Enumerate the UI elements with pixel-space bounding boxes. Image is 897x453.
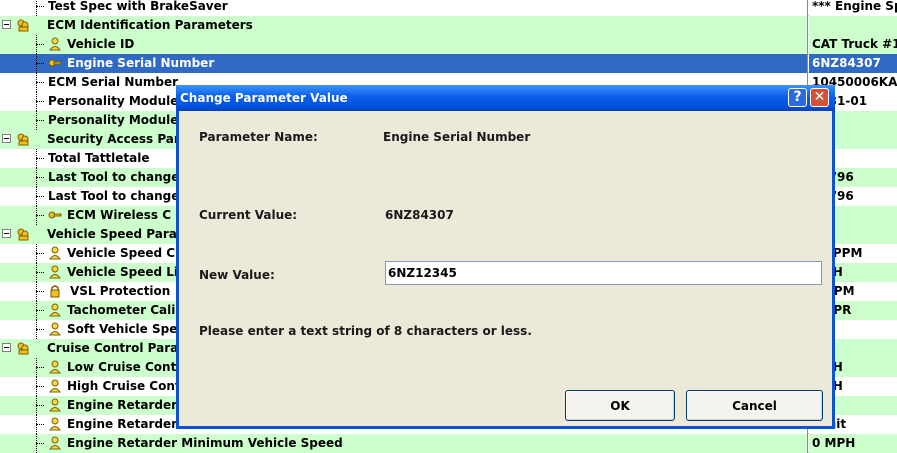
collapse-icon[interactable]: [2, 229, 11, 238]
tree-row[interactable]: Test Spec with BrakeSaver *** Engine Sp: [0, 0, 897, 16]
tree-row-label: Personality Module: [48, 113, 179, 127]
person-icon: [48, 360, 62, 374]
tree-row-label: ECM Wireless C: [67, 208, 172, 222]
tree-line: [36, 101, 44, 103]
tree-line: [36, 405, 44, 407]
tree-row-value[interactable]: CAT Truck #1: [809, 35, 897, 54]
tree-row-label: Engine Retarder: [67, 398, 178, 412]
tree-row-label: Vehicle Speed C: [67, 246, 176, 260]
tree-row-label: Last Tool to change: [48, 189, 180, 203]
current-value-label: Current Value:: [199, 208, 298, 222]
hint-text: Please enter a text string of 8 characte…: [199, 324, 532, 338]
tree-row-label: Personality Module: [48, 94, 179, 108]
tree-line: [36, 44, 44, 46]
person-icon: [48, 322, 62, 336]
tree-line: [36, 291, 44, 293]
tree-row[interactable]: ECM Identification Parameters: [0, 16, 897, 35]
tree-line: [36, 0, 38, 16]
tree-line: [36, 6, 44, 8]
tree-line: [36, 215, 44, 217]
current-value: 6NZ84307: [385, 208, 454, 222]
tree-line: [36, 120, 44, 122]
tree-line: [36, 272, 44, 274]
tree-row-label: Engine Retarder Minimum Vehicle Speed: [67, 436, 343, 450]
person-icon: [48, 398, 62, 412]
close-button[interactable]: ✕: [810, 88, 829, 107]
tree-row[interactable]: Vehicle ID CAT Truck #1: [0, 35, 897, 54]
tree-row-name-cell[interactable]: Engine Serial Number: [0, 54, 808, 73]
help-button[interactable]: ?: [788, 88, 807, 107]
dialog-title: Change Parameter Value: [180, 91, 348, 105]
tree-row-name-cell[interactable]: Vehicle ID: [0, 35, 808, 54]
parameter-name-label: Parameter Name:: [199, 130, 318, 144]
tree-row-label: Security Access Par: [47, 132, 180, 146]
tree-line: [36, 386, 44, 388]
tree-row[interactable]: Engine Retarder Minimum Vehicle Speed 0 M…: [0, 434, 897, 453]
dialog-titlebar[interactable]: Change Parameter Value ? ✕: [176, 85, 835, 111]
tree-row-label: Low Cruise Cont: [67, 360, 177, 374]
person-icon: [48, 436, 62, 450]
tree-row-label: Cruise Control Para: [47, 341, 179, 355]
tree-row-value[interactable]: 6NZ84307: [809, 54, 897, 73]
tree-row-label: ECM Serial Number: [48, 75, 179, 89]
help-icon: ?: [793, 89, 802, 105]
tree-row-label: High Cruise Cont: [67, 379, 181, 393]
parameter-name-value: Engine Serial Number: [383, 130, 531, 144]
tree-line: [36, 196, 44, 198]
tree-row-label: Vehicle Speed Para: [47, 227, 177, 241]
tree-line: [36, 253, 44, 255]
tree-line: [36, 63, 44, 65]
tree-row-value[interactable]: [809, 16, 897, 35]
person-icon: [48, 379, 62, 393]
tree-row-value[interactable]: 0 MPH: [809, 434, 897, 453]
tree-line: [36, 367, 44, 369]
tree-row-value[interactable]: *** Engine Sp: [809, 0, 897, 16]
tree-row-name-cell[interactable]: ECM Identification Parameters: [0, 16, 808, 35]
collapse-icon[interactable]: [2, 20, 11, 29]
person-icon: [48, 246, 62, 260]
tree-row-label: Test Spec with BrakeSaver: [48, 0, 228, 13]
tree-row-name-cell[interactable]: Test Spec with BrakeSaver: [0, 0, 808, 16]
group-icon: [16, 18, 30, 32]
tree-row-label: ECM Identification Parameters: [47, 18, 253, 32]
tree-row-label: Soft Vehicle Spe: [67, 322, 178, 336]
person-icon: [48, 303, 62, 317]
tree-line: [36, 310, 44, 312]
tree-row-label: Tachometer Cali: [67, 303, 176, 317]
lock-icon: [48, 284, 62, 298]
tree-row-label: Engine Serial Number: [67, 56, 215, 70]
tree-row-label: Vehicle ID: [67, 37, 135, 51]
tree-row[interactable]: Engine Serial Number 6NZ84307: [0, 54, 897, 73]
group-icon: [16, 227, 30, 241]
new-value-label: New Value:: [199, 268, 275, 282]
tree-row-label: Last Tool to change: [48, 170, 180, 184]
key-icon: [48, 56, 62, 70]
ok-button[interactable]: OK: [565, 390, 675, 421]
person-icon: [48, 417, 62, 431]
tree-row-label: Engine Retarder: [67, 417, 178, 431]
tree-line: [36, 158, 44, 160]
new-value-input[interactable]: [385, 261, 822, 285]
tree-row-label: VSL Protection: [70, 284, 171, 298]
group-icon: [16, 132, 30, 146]
collapse-icon[interactable]: [2, 343, 11, 352]
person-icon: [48, 37, 62, 51]
cancel-button[interactable]: Cancel: [686, 390, 823, 421]
collapse-icon[interactable]: [2, 134, 11, 143]
tree-line: [36, 177, 44, 179]
group-icon: [16, 341, 30, 355]
person-icon: [48, 265, 62, 279]
key-icon: [48, 208, 62, 222]
tree-line: [36, 329, 44, 331]
tree-line: [36, 443, 44, 445]
tree-row-label: Total Tattletale: [48, 151, 150, 165]
tree-row-label: Vehicle Speed Li: [67, 265, 179, 279]
tree-line: [36, 82, 44, 84]
change-parameter-dialog: Change Parameter Value ? ✕ Parameter Nam…: [176, 85, 835, 429]
close-icon: ✕: [813, 89, 826, 105]
tree-line: [36, 424, 44, 426]
tree-row-name-cell[interactable]: Engine Retarder Minimum Vehicle Speed: [0, 434, 808, 453]
